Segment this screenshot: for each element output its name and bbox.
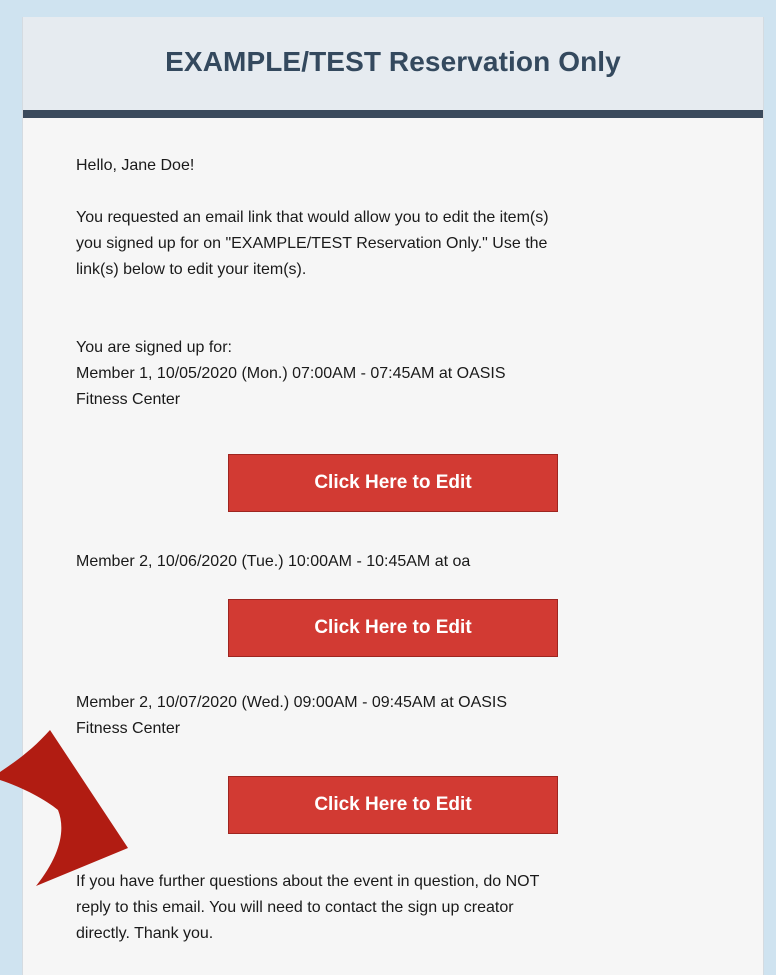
edit-button[interactable]: Click Here to Edit (228, 454, 558, 512)
edit-button[interactable]: Click Here to Edit (228, 599, 558, 657)
reservation-item-block: Member 2, 10/06/2020 (Tue.) 10:00AM - 10… (76, 549, 716, 575)
edit-button[interactable]: Click Here to Edit (228, 776, 558, 834)
email-header: EXAMPLE/TEST Reservation Only (23, 17, 763, 118)
reservation-item-text: Fitness Center (76, 720, 181, 737)
closing-line: If you have further questions about the … (76, 873, 540, 890)
arrow-pointer-icon (0, 730, 128, 886)
reservation-item-text: Member 2, 10/06/2020 (Tue.) 10:00AM - 10… (76, 553, 471, 570)
closing-line: reply to this email. You will need to co… (76, 899, 514, 916)
intro-line: You requested an email link that would a… (76, 209, 549, 226)
reservation-item-text: Member 2, 10/07/2020 (Wed.) 09:00AM - 09… (76, 694, 508, 711)
reservation-item-text: Member 1, 10/05/2020 (Mon.) 07:00AM - 07… (76, 365, 506, 382)
intro-line: you signed up for on "EXAMPLE/TEST Reser… (76, 235, 548, 252)
signed-up-label: You are signed up for: (76, 339, 232, 356)
greeting-text: Hello, Jane Doe! (76, 157, 195, 174)
intro-paragraph: You requested an email link that would a… (76, 205, 716, 283)
closing-line: directly. Thank you. (76, 925, 214, 942)
reservation-item-text: Fitness Center (76, 391, 181, 408)
reservation-item-block: Member 2, 10/07/2020 (Wed.) 09:00AM - 09… (76, 690, 716, 742)
page-title: EXAMPLE/TEST Reservation Only (165, 46, 621, 77)
signed-up-block: You are signed up for: Member 1, 10/05/2… (76, 335, 716, 413)
closing-paragraph: If you have further questions about the … (76, 869, 716, 947)
intro-line: link(s) below to edit your item(s). (76, 261, 307, 278)
